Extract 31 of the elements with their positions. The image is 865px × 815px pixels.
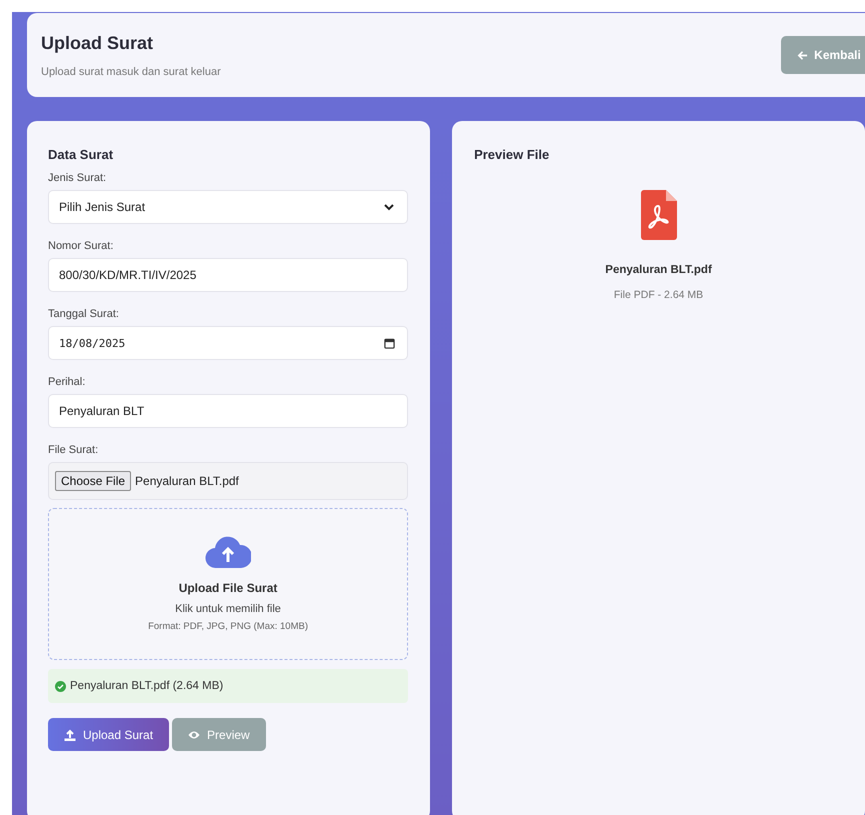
- eye-icon: [188, 728, 200, 740]
- field-label: Tanggal Surat:: [48, 308, 119, 320]
- upload-icon: [64, 728, 76, 740]
- upload-dropzone[interactable]: Upload File Surat Klik untuk memilih file Format: PDF, JPG, PNG (Max: 10MB): [48, 508, 408, 660]
- preview-file-info: File PDF - 2.64 MB: [614, 289, 704, 301]
- field-label: File Surat:: [48, 444, 98, 456]
- input-field[interactable]: Penyaluran BLT: [48, 394, 408, 428]
- page-subtitle: Upload surat masuk dan surat keluar: [41, 66, 221, 78]
- dropzone-hint: Klik untuk memilih file: [175, 603, 281, 615]
- page-title: Upload Surat: [41, 32, 154, 54]
- select-field[interactable]: Pilih Jenis Surat: [48, 190, 408, 224]
- choose-file-button[interactable]: Choose File: [55, 471, 132, 491]
- date-field[interactable]: 18/08/2025: [48, 326, 408, 360]
- selected-file-name: Penyaluran BLT.pdf (2.64 MB): [70, 680, 224, 692]
- dropzone-title: Upload File Surat: [178, 581, 278, 595]
- cloud-upload-icon: [205, 535, 252, 569]
- input-field[interactable]: 800/30/KD/MR.TI/IV/2025: [48, 258, 408, 292]
- field-label: Nomor Surat:: [48, 240, 114, 252]
- pdf-file-icon: [640, 190, 677, 240]
- field-label: Perihal:: [48, 376, 86, 388]
- preview-file-name: Penyaluran BLT.pdf: [605, 264, 712, 276]
- field-label: Jenis Surat:: [48, 172, 106, 184]
- file-name: Penyaluran BLT.pdf: [135, 474, 239, 488]
- arrow-left-icon: [797, 50, 808, 60]
- section-title: Preview File: [474, 147, 550, 162]
- check-circle-icon: [55, 680, 66, 692]
- format-note: Format: PDF, JPG, PNG (Max: 10MB): [148, 621, 308, 632]
- section-title: Data Surat: [48, 147, 114, 162]
- calendar-icon: [384, 338, 396, 348]
- file-field[interactable]: Choose File Penyaluran BLT.pdf: [48, 462, 408, 500]
- upload-button[interactable]: Upload Surat: [48, 718, 170, 751]
